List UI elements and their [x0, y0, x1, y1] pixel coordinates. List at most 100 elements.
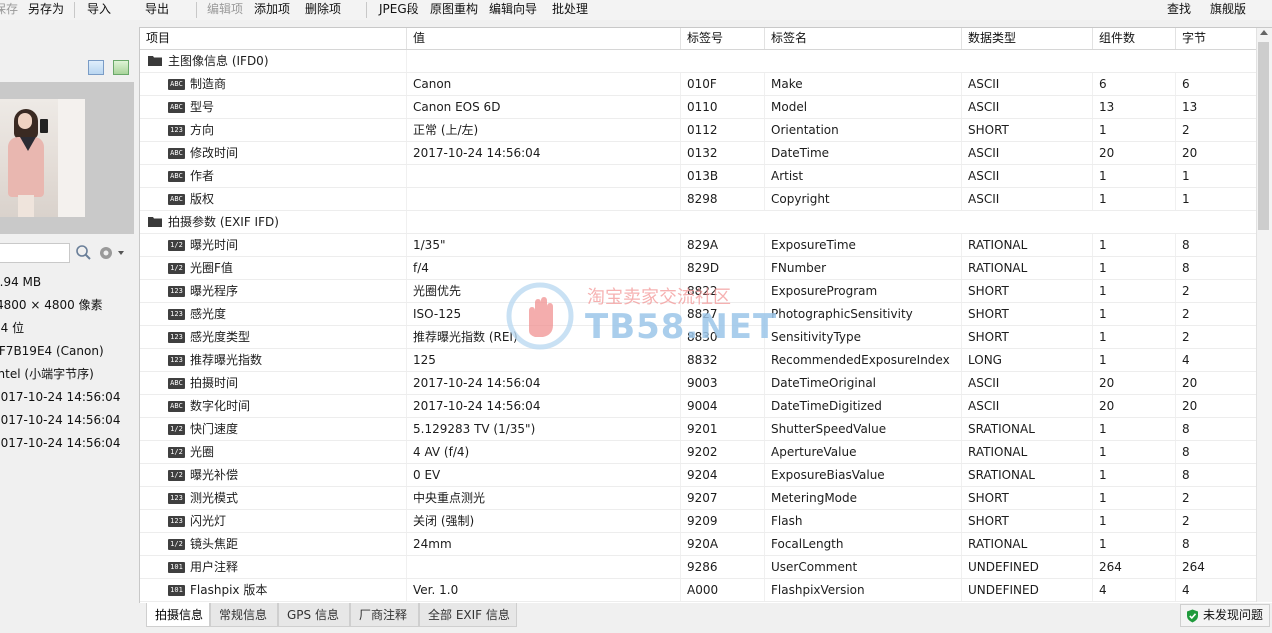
- cell-bytes: 2: [1176, 280, 1260, 302]
- export-button[interactable]: 导出: [145, 1, 169, 18]
- search-icon[interactable]: [74, 244, 92, 262]
- cell-value: 2017-10-24 14:56:04: [407, 372, 681, 394]
- save-as-button[interactable]: 另存为: [28, 1, 64, 18]
- toolbar-separator: [196, 2, 197, 18]
- table-row[interactable]: ABC 版权 8298 Copyright ASCII 1 1: [140, 188, 1260, 211]
- search-input[interactable]: [0, 243, 70, 263]
- table-row[interactable]: ABC 修改时间 2017-10-24 14:56:04 0132 DateTime AS…: [140, 142, 1260, 165]
- table-group-row[interactable]: 拍摄参数 (EXIF IFD): [140, 211, 1257, 234]
- table-row[interactable]: 123 闪光灯 关闭 (强制) 9209 Flash SHORT 1 2: [140, 510, 1260, 533]
- cell-tag-name: ExposureTime: [765, 234, 962, 256]
- table-row[interactable]: ABC 作者 013B Artist ASCII 1 1: [140, 165, 1260, 188]
- save-button[interactable]: 保存: [0, 1, 18, 18]
- cell-count: 1: [1093, 464, 1176, 486]
- cell-tag: 9209: [681, 510, 765, 532]
- edition-button[interactable]: 旗舰版: [1210, 1, 1246, 18]
- table-row[interactable]: ABC 制造商 Canon 010F Make ASCII 6 6: [140, 73, 1260, 96]
- table-row[interactable]: 101 用户注释 9286 UserComment UNDEFINED 264 264: [140, 556, 1260, 579]
- batch-button[interactable]: 批处理: [552, 1, 588, 18]
- table-row[interactable]: ABC 数字化时间 2017-10-24 14:56:04 9004 DateTimeD…: [140, 395, 1260, 418]
- table-row[interactable]: 123 感光度类型 推荐曝光指数 (REI) 8830 SensitivityType S…: [140, 326, 1260, 349]
- cell-count: 1: [1093, 349, 1176, 371]
- tab-3[interactable]: 厂商注释: [350, 603, 419, 627]
- cell-data-type: SHORT: [962, 280, 1093, 302]
- jpeg-segments-button[interactable]: JPEG段: [379, 1, 419, 18]
- scroll-up-icon[interactable]: [1260, 30, 1268, 35]
- table-row[interactable]: 1/2 光圈F值 f/4 829D FNumber RATIONAL 1 8: [140, 257, 1260, 280]
- image-view-icon[interactable]: [88, 60, 104, 75]
- cell-item: 曝光程序: [140, 280, 407, 302]
- problem-check-button[interactable]: 未发现问题: [1180, 604, 1270, 627]
- cell-value: Ver. 1.0: [407, 579, 681, 601]
- cell-bytes: 8: [1176, 234, 1260, 256]
- table-row[interactable]: 1/2 曝光时间 1/35" 829A ExposureTime RATIONAL 1 8: [140, 234, 1260, 257]
- column-header-tag[interactable]: 标签号: [681, 28, 765, 49]
- column-header-item[interactable]: 项目: [140, 28, 407, 49]
- table-row[interactable]: 123 方向 正常 (上/左) 0112 Orientation SHORT 1 2: [140, 119, 1260, 142]
- tab-2[interactable]: GPS 信息: [278, 603, 350, 627]
- cell-data-type: LONG: [962, 349, 1093, 371]
- column-header-type[interactable]: 数据类型: [962, 28, 1093, 49]
- cell-value: [407, 165, 681, 187]
- image-thumbnail[interactable]: [0, 99, 85, 217]
- tab-0[interactable]: 拍摄信息: [146, 603, 210, 627]
- rebuild-image-button[interactable]: 原图重构: [430, 1, 478, 18]
- cell-count: 1: [1093, 418, 1176, 440]
- cell-item: 制造商: [140, 73, 407, 95]
- shield-check-icon: [1187, 609, 1198, 623]
- cell-tag: 0132: [681, 142, 765, 164]
- cell-item: 作者: [140, 165, 407, 187]
- cell-count: 1: [1093, 533, 1176, 555]
- add-item-button[interactable]: 添加项: [254, 1, 290, 18]
- cell-count: 1: [1093, 441, 1176, 463]
- cell-tag: 8830: [681, 326, 765, 348]
- column-header-value[interactable]: 值: [407, 28, 681, 49]
- cell-bytes: 20: [1176, 395, 1260, 417]
- cell-tag: 9207: [681, 487, 765, 509]
- cell-tag-name: Flash: [765, 510, 962, 532]
- cell-tag: 9004: [681, 395, 765, 417]
- cell-tag: A000: [681, 579, 765, 601]
- toolbar-separator: [74, 2, 75, 18]
- column-header-name[interactable]: 标签名: [765, 28, 962, 49]
- cell-data-type: UNDEFINED: [962, 556, 1093, 578]
- checksum: FF7B19E4 (Canon): [0, 344, 104, 358]
- cell-tag-name: MeteringMode: [765, 487, 962, 509]
- tab-1[interactable]: 常规信息: [210, 603, 278, 627]
- cell-item: 拍摄时间: [140, 372, 407, 394]
- cell-item: 测光模式: [140, 487, 407, 509]
- gear-icon[interactable]: [98, 244, 128, 262]
- scrollbar-thumb[interactable]: [1258, 42, 1269, 230]
- cell-count: 20: [1093, 395, 1176, 417]
- tab-4[interactable]: 全部 EXIF 信息: [419, 603, 517, 627]
- cell-item: 光圈F值: [140, 257, 407, 279]
- table-row[interactable]: ABC 拍摄时间 2017-10-24 14:56:04 9003 DateTimeOr…: [140, 372, 1260, 395]
- table-row[interactable]: 123 曝光程序 光圈优先 8822 ExposureProgram SHORT 1 2: [140, 280, 1260, 303]
- table-row[interactable]: 123 测光模式 中央重点测光 9207 MeteringMode SHORT 1 2: [140, 487, 1260, 510]
- table-group-row[interactable]: 主图像信息 (IFD0): [140, 50, 1257, 73]
- table-row[interactable]: 1/2 快门速度 5.129283 TV (1/35") 9201 ShutterSpe…: [140, 418, 1260, 441]
- table-row[interactable]: 1/2 光圈 4 AV (f/4) 9202 ApertureValue RATIONAL…: [140, 441, 1260, 464]
- cell-tag: 013B: [681, 165, 765, 187]
- column-header-bytes[interactable]: 字节: [1176, 28, 1260, 49]
- cell-value: 5.129283 TV (1/35"): [407, 418, 681, 440]
- column-header-count[interactable]: 组件数: [1093, 28, 1176, 49]
- problem-check-label: 未发现问题: [1203, 608, 1264, 622]
- edit-item-button[interactable]: 编辑项: [207, 1, 243, 18]
- edit-wizard-button[interactable]: 编辑向导: [489, 1, 537, 18]
- table-row[interactable]: 1/2 曝光补偿 0 EV 9204 ExposureBiasValue SRATIONA…: [140, 464, 1260, 487]
- thumbnail-view-icon[interactable]: [113, 60, 129, 75]
- cell-tag-name: SensitivityType: [765, 326, 962, 348]
- cell-item: 版权: [140, 188, 407, 210]
- table-row[interactable]: 101 Flashpix 版本 Ver. 1.0 A000 FlashpixVersio…: [140, 579, 1260, 602]
- cell-value: [407, 556, 681, 578]
- import-button[interactable]: 导入: [87, 1, 111, 18]
- table-row[interactable]: ABC 型号 Canon EOS 6D 0110 Model ASCII 13 13: [140, 96, 1260, 119]
- cell-item: 感光度: [140, 303, 407, 325]
- table-row[interactable]: 123 推荐曝光指数 125 8832 RecommendedExposureIndex…: [140, 349, 1260, 372]
- table-row[interactable]: 1/2 镜头焦距 24mm 920A FocalLength RATIONAL 1 8: [140, 533, 1260, 556]
- table-row[interactable]: 123 感光度 ISO-125 8827 PhotographicSensitivity…: [140, 303, 1260, 326]
- find-button[interactable]: 查找: [1167, 1, 1191, 18]
- delete-item-button[interactable]: 删除项: [305, 1, 341, 18]
- cell-tag: 920A: [681, 533, 765, 555]
